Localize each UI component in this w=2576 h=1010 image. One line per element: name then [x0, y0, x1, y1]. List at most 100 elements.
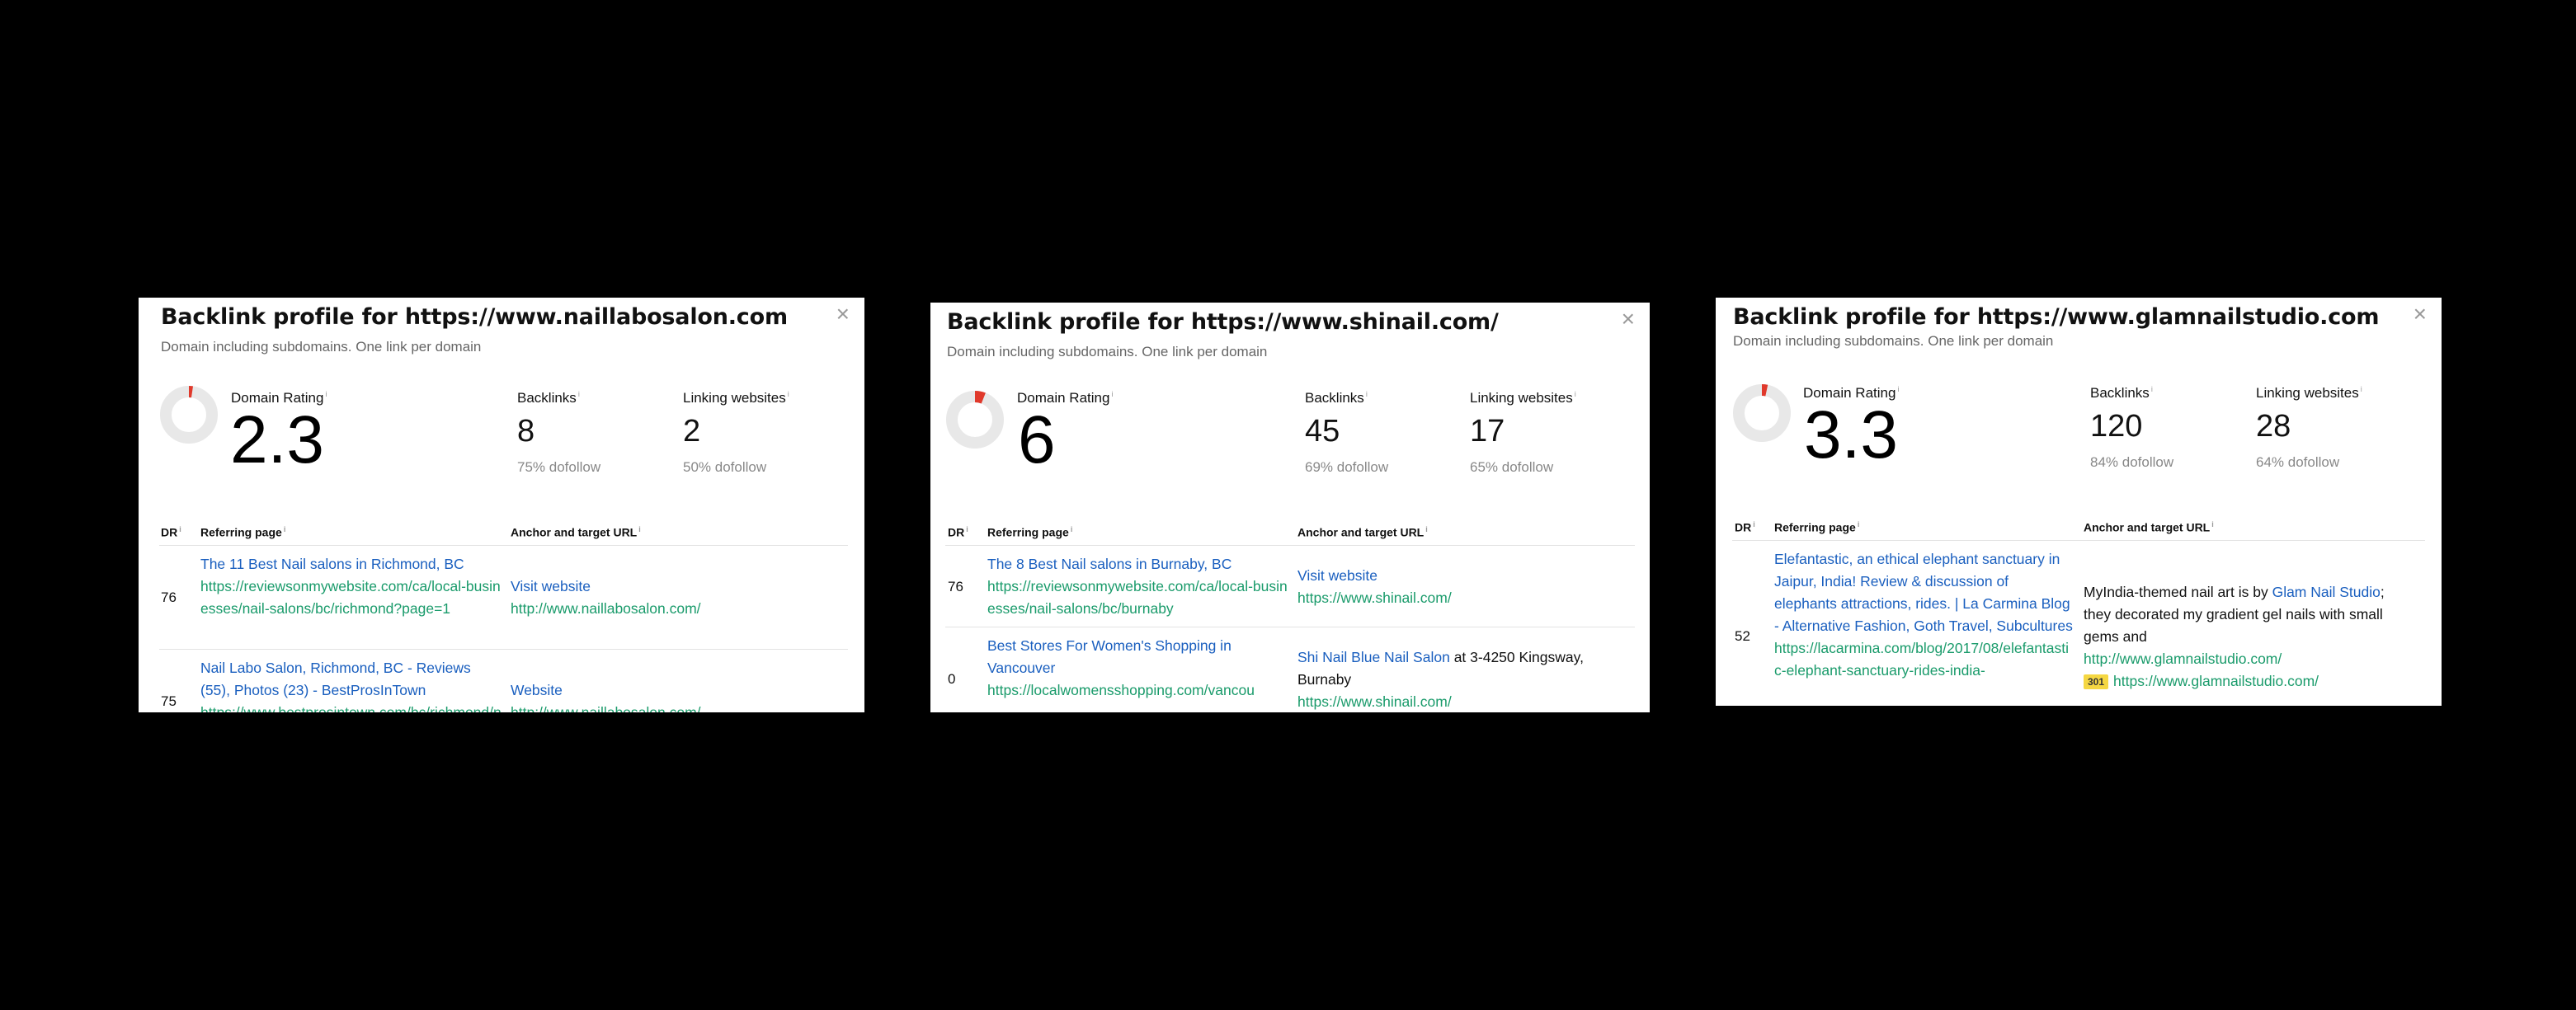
divider — [159, 649, 848, 650]
column-header-dr[interactable]: DR i — [1735, 520, 1755, 534]
column-header-referring-page[interactable]: Referring page i — [987, 525, 1072, 539]
anchor-cell: Visit website http://www.naillabosalon.c… — [511, 575, 841, 620]
panel-title: Backlink profile for https://www.shinail… — [947, 309, 1499, 335]
divider — [159, 545, 848, 546]
info-icon: i — [2360, 385, 2362, 394]
referring-page-url-link[interactable]: https://www.bestprosintown.com/bc/richmo… — [200, 702, 502, 712]
referring-page-url-link[interactable]: https://lacarmina.com/blog/2017/08/elefa… — [1774, 637, 2073, 682]
close-icon[interactable]: × — [2414, 303, 2427, 326]
referring-page-url-link[interactable]: https://reviewsonmywebsite.com/ca/local-… — [200, 575, 502, 620]
target-url-link[interactable]: http://www.naillabosalon.com/ — [511, 598, 841, 620]
linking-websites-label: Linking websites i — [1470, 390, 1576, 406]
domain-rating-value: 6 — [1018, 402, 1056, 477]
referring-page-cell: Nail Labo Salon, Richmond, BC - Reviews … — [200, 657, 502, 712]
domain-rating-value: 3.3 — [1804, 397, 1898, 472]
info-icon: i — [1897, 385, 1900, 394]
info-icon: i — [2150, 385, 2153, 394]
anchor-cell: Website http://www.naillabosalon.com/ — [511, 679, 841, 712]
target-url-link[interactable]: http://www.glamnailstudio.com/ — [2084, 648, 2414, 670]
anchor-link[interactable]: Website — [511, 679, 841, 702]
linking-websites-dofollow: 64% dofollow — [2256, 454, 2340, 470]
info-icon: i — [577, 390, 580, 399]
anchor-cell: Shi Nail Blue Nail Salon at 3-4250 Kings… — [1297, 646, 1627, 712]
target-url-link[interactable]: http://www.naillabosalon.com/ — [511, 702, 841, 712]
backlinks-dofollow: 84% dofollow — [2090, 454, 2174, 470]
backlinks-label: Backlinks i — [2090, 385, 2153, 401]
domain-rating-donut — [946, 391, 1004, 449]
info-icon: i — [966, 525, 968, 533]
info-icon: i — [2211, 520, 2214, 528]
panel-subtitle: Domain including subdomains. One link pe… — [1733, 333, 2054, 349]
linking-websites-value[interactable]: 28 — [2256, 410, 2291, 443]
referring-page-cell: Elefantastic, an ethical elephant sanctu… — [1774, 548, 2073, 682]
referring-page-title-link[interactable]: Best Stores For Women's Shopping in Vanc… — [987, 635, 1284, 679]
info-icon: i — [1425, 525, 1428, 533]
column-header-anchor[interactable]: Anchor and target URL i — [1297, 525, 1428, 539]
backlinks-value[interactable]: 8 — [517, 415, 535, 448]
referring-page-title-link[interactable]: Elefantastic, an ethical elephant sanctu… — [1774, 548, 2073, 637]
referring-page-cell: Best Stores For Women's Shopping in Vanc… — [987, 635, 1284, 702]
linking-websites-dofollow: 50% dofollow — [683, 459, 767, 475]
backlinks-value[interactable]: 45 — [1305, 415, 1340, 448]
linking-websites-label: Linking websites i — [2256, 385, 2362, 401]
referring-page-title-link[interactable]: The 11 Best Nail salons in Richmond, BC — [200, 553, 502, 575]
backlink-panel-glamnailstudio: Backlink profile for https://www.glamnai… — [1716, 298, 2442, 706]
info-icon: i — [325, 390, 327, 399]
row-dr: 76 — [948, 579, 963, 594]
redirect-target-url-link[interactable]: https://www.glamnailstudio.com/ — [2113, 673, 2319, 689]
close-icon[interactable]: × — [1622, 308, 1635, 331]
close-icon[interactable]: × — [836, 303, 850, 326]
backlinks-value[interactable]: 120 — [2090, 410, 2142, 443]
info-icon: i — [1111, 390, 1114, 399]
target-url-link[interactable]: https://www.shinail.com/ — [1297, 691, 1627, 712]
panel-subtitle: Domain including subdomains. One link pe… — [947, 344, 1268, 359]
info-icon: i — [1753, 520, 1755, 528]
column-header-referring-page[interactable]: Referring page i — [1774, 520, 1859, 534]
referring-page-url-link[interactable]: https://reviewsonmywebsite.com/ca/local-… — [987, 575, 1288, 620]
info-icon: i — [1070, 525, 1073, 533]
row-dr: 75 — [161, 693, 177, 709]
linking-websites-value[interactable]: 17 — [1470, 415, 1505, 448]
domain-rating-value: 2.3 — [230, 402, 324, 477]
row-dr: 52 — [1735, 628, 1750, 644]
linking-websites-value[interactable]: 2 — [683, 415, 700, 448]
info-icon: i — [787, 390, 789, 399]
target-url-link[interactable]: https://www.shinail.com/ — [1297, 587, 1627, 609]
column-header-referring-page[interactable]: Referring page i — [200, 525, 285, 539]
anchor-context-text: MyIndia-themed nail art is by — [2084, 584, 2272, 600]
linking-websites-label: Linking websites i — [683, 390, 789, 406]
info-icon: i — [1365, 390, 1368, 399]
column-header-dr[interactable]: DR i — [161, 525, 181, 539]
anchor-link[interactable]: Visit website — [1297, 565, 1627, 587]
redirect-301-badge: 301 — [2084, 674, 2109, 690]
domain-rating-donut — [1733, 384, 1791, 442]
panel-title: Backlink profile for https://www.glamnai… — [1733, 304, 2380, 330]
backlinks-label: Backlinks i — [1305, 390, 1368, 406]
divider — [1732, 540, 2425, 541]
info-icon: i — [179, 525, 181, 533]
backlink-panel-shinail: Backlink profile for https://www.shinail… — [930, 303, 1650, 712]
backlinks-label: Backlinks i — [517, 390, 580, 406]
referring-page-cell: The 8 Best Nail salons in Burnaby, BC ht… — [987, 553, 1288, 620]
row-dr: 0 — [948, 671, 956, 687]
anchor-link[interactable]: Visit website — [511, 575, 841, 598]
anchor-cell: Visit website https://www.shinail.com/ — [1297, 565, 1627, 609]
info-icon: i — [638, 525, 641, 533]
info-icon: i — [1574, 390, 1576, 399]
column-header-dr[interactable]: DR i — [948, 525, 968, 539]
backlinks-dofollow: 75% dofollow — [517, 459, 601, 475]
panel-title: Backlink profile for https://www.naillab… — [161, 304, 788, 330]
column-header-anchor[interactable]: Anchor and target URL i — [2084, 520, 2214, 534]
linking-websites-dofollow: 65% dofollow — [1470, 459, 1554, 475]
column-header-anchor[interactable]: Anchor and target URL i — [511, 525, 641, 539]
anchor-link[interactable]: Shi Nail Blue Nail Salon — [1297, 649, 1450, 665]
backlink-panel-naillabosalon: Backlink profile for https://www.naillab… — [139, 298, 864, 712]
referring-page-title-link[interactable]: The 8 Best Nail salons in Burnaby, BC — [987, 553, 1288, 575]
anchor-link[interactable]: Glam Nail Studio — [2272, 584, 2381, 600]
info-icon: i — [283, 525, 286, 533]
referring-page-title-link[interactable]: Nail Labo Salon, Richmond, BC - Reviews … — [200, 657, 502, 702]
referring-page-cell: The 11 Best Nail salons in Richmond, BC … — [200, 553, 502, 620]
referring-page-url-link[interactable]: https://localwomensshopping.com/vancou — [987, 679, 1284, 702]
backlinks-dofollow: 69% dofollow — [1305, 459, 1389, 475]
row-dr: 76 — [161, 590, 177, 605]
